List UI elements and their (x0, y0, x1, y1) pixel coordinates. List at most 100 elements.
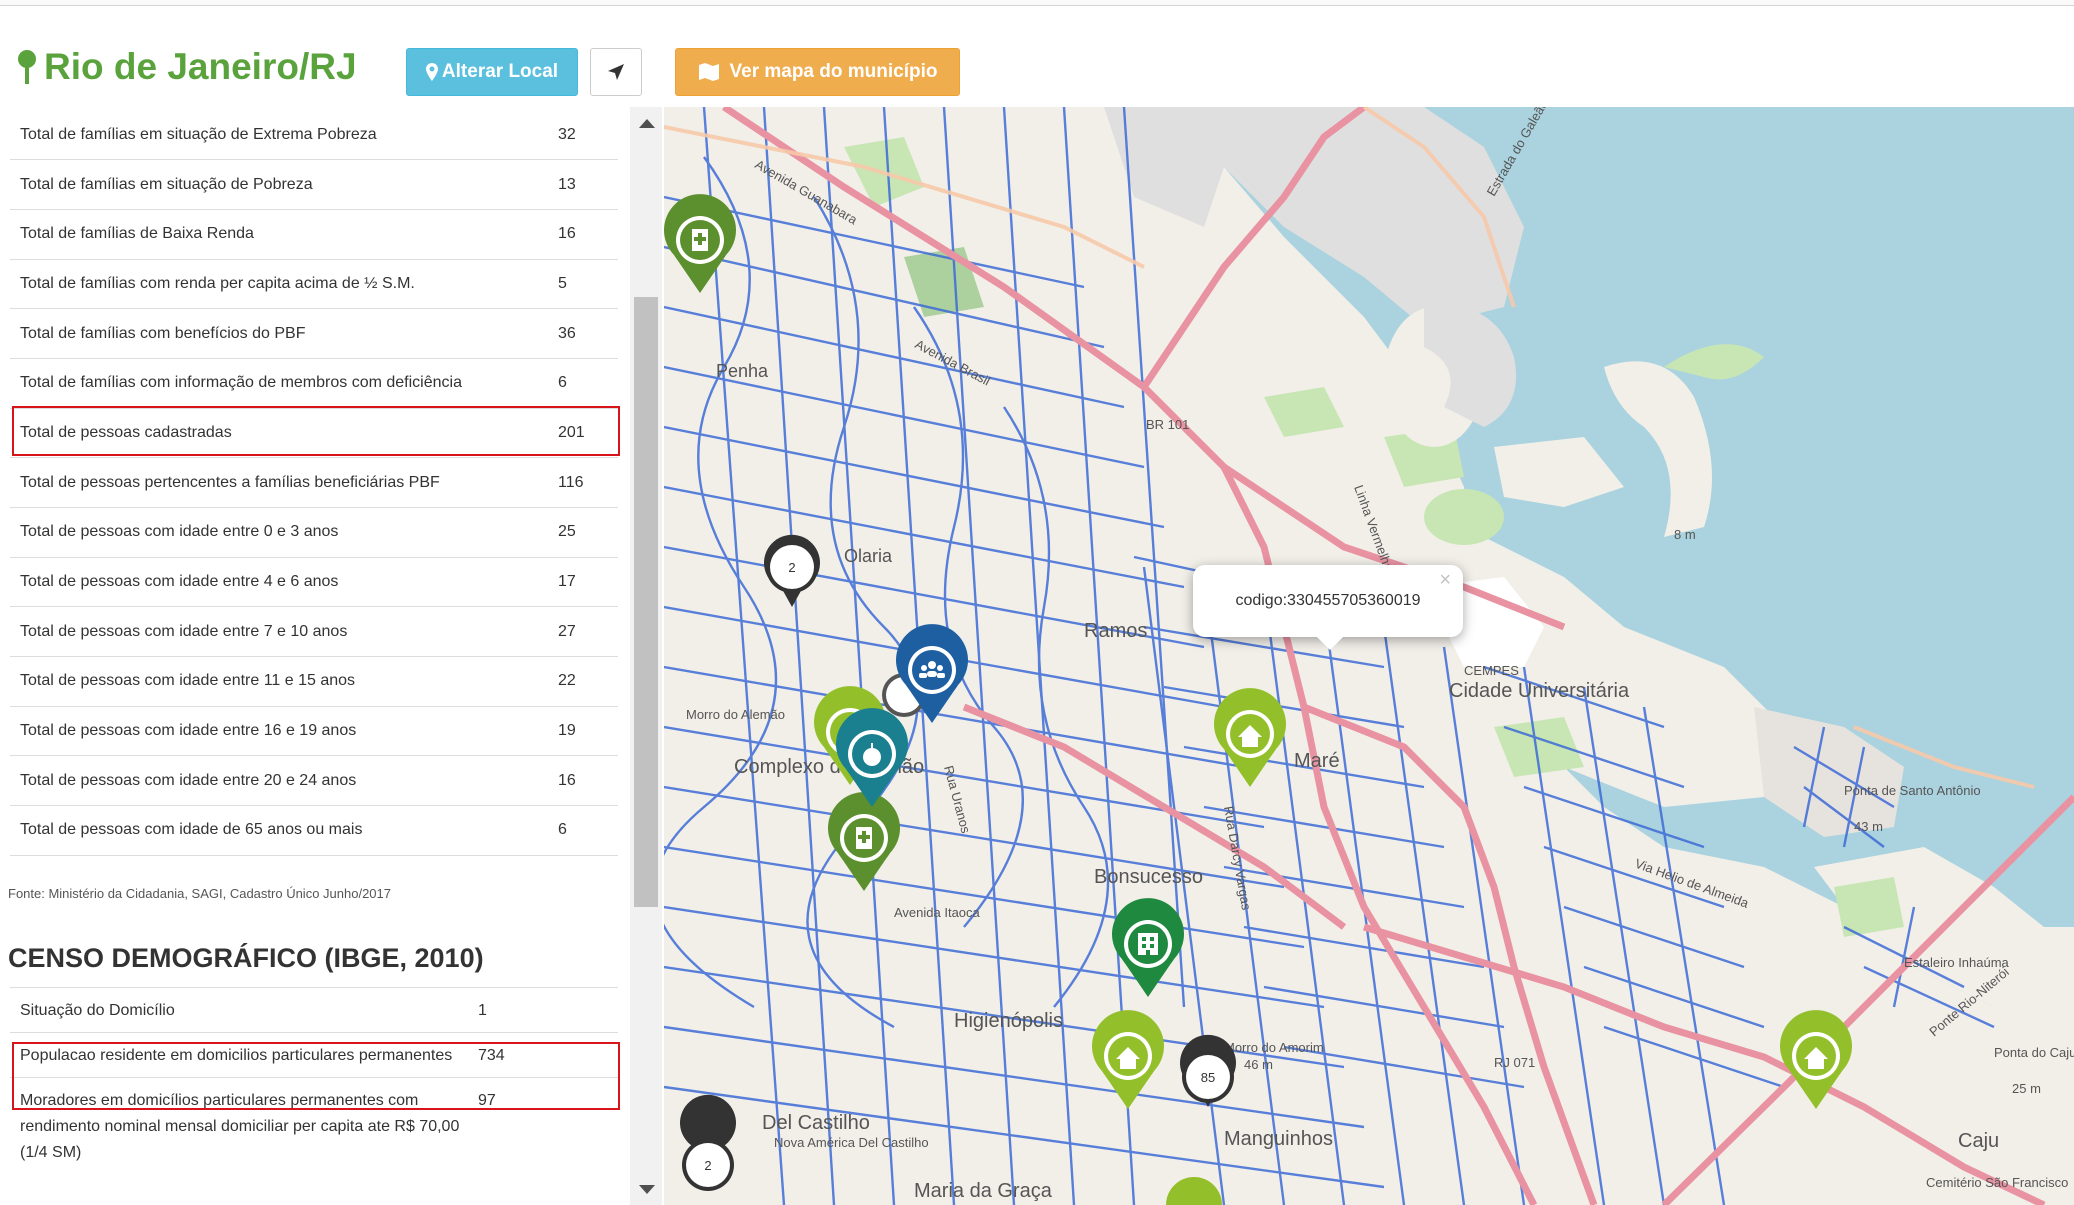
map-view[interactable]: Penha Olaria Ramos Bonsucesso Higienópol… (664, 107, 2074, 1205)
cluster-count: 2 (788, 560, 795, 575)
row-label: Total de pessoas com idade de 65 anos ou… (10, 805, 558, 856)
elevation-label: 46 m (1244, 1057, 1273, 1072)
row-value: 36 (558, 308, 618, 359)
row-label: Total de famílias com informação de memb… (10, 358, 558, 409)
row-value: 17 (558, 557, 618, 608)
map-label-nova-america: Nova América Del Castilho (774, 1135, 929, 1150)
row-value: 16 (558, 755, 618, 807)
row-value: 116 (558, 457, 618, 508)
marker-popup: codigo:330455705360019 × (1193, 565, 1463, 637)
table-row: Total de famílias com informação de memb… (10, 358, 618, 409)
map-label-estaleiro-inhauma: Estaleiro Inhaúma (1904, 955, 2010, 970)
row-label: Total de pessoas com idade entre 0 e 3 a… (10, 507, 558, 558)
data-source-note: Fonte: Ministério da Cidadania, SAGI, Ca… (8, 886, 391, 901)
map-label-maria-da-graca: Maria da Graça (914, 1180, 1053, 1202)
row-value: 6 (558, 805, 618, 856)
row-value: 22 (558, 656, 618, 707)
map-label-cemiterio: Cemitério São Francisco (1926, 1175, 2068, 1190)
row-value: 16 (558, 209, 618, 260)
scroll-down-arrow-icon[interactable] (639, 1185, 655, 1194)
row-label: Total de famílias com benefícios do PBF (10, 308, 558, 359)
table-row: Total de pessoas com idade de 65 anos ou… (10, 805, 618, 856)
table-row: Total de pessoas com idade entre 4 e 6 a… (10, 557, 618, 608)
table-row: Total de famílias de Baixa Renda 16 (10, 209, 618, 260)
map-label-higienopolis: Higienópolis (954, 1010, 1063, 1032)
row-label: Total de pessoas com idade entre 7 e 10 … (10, 606, 558, 658)
popup-close-icon[interactable]: × (1439, 569, 1451, 592)
map-marker-icon (18, 50, 36, 84)
map-icon (698, 63, 719, 81)
censo-table: Situação do Domicílio 1 Populacao residen… (10, 987, 618, 1174)
map-label-penha: Penha (716, 361, 769, 381)
scroll-up-arrow-icon[interactable] (639, 119, 655, 128)
row-label: Total de pessoas pertencentes a famílias… (10, 457, 558, 508)
map-label-del-castilho: Del Castilho (762, 1112, 870, 1134)
change-location-button[interactable]: Alterar Local (406, 48, 578, 96)
row-value: 27 (558, 606, 618, 658)
row-label: Total de pessoas com idade entre 20 e 24… (10, 755, 558, 807)
table-row: Total de famílias com renda per capita a… (10, 259, 618, 310)
sidebar-scrollbar[interactable] (630, 107, 662, 1205)
map-label-morro-do-amorim: Morro do Amorim (1224, 1040, 1324, 1055)
change-location-label: Alterar Local (441, 61, 559, 82)
row-value: 5 (558, 259, 618, 310)
table-row: Total de pessoas com idade entre 7 e 10 … (10, 606, 618, 658)
popup-text: codigo:330455705360019 (1235, 592, 1421, 609)
map-canvas[interactable]: Penha Olaria Ramos Bonsucesso Higienópol… (664, 107, 2074, 1205)
map-marker-small-icon (425, 63, 438, 81)
row-value: 6 (558, 358, 618, 409)
map-label-manguinhos: Manguinhos (1224, 1128, 1333, 1150)
map-label-ramos: Ramos (1084, 620, 1147, 642)
header-bar: Rio de Janeiro/RJ Alterar Local Ver mapa… (0, 6, 2074, 107)
row-value: 734 (478, 1032, 618, 1078)
table-row: Total de famílias em situação de Extrema… (10, 110, 618, 161)
row-label: Total de pessoas cadastradas (10, 408, 558, 459)
cadunico-stats-table: Total de famílias em situação de Extrema… (10, 110, 618, 856)
table-row: Moradores em domicílios particulares per… (10, 1077, 618, 1174)
elevation-label: 43 m (1854, 819, 1883, 834)
row-label: Total de famílias com renda per capita a… (10, 259, 558, 310)
row-label: Moradores em domicílios particulares per… (10, 1077, 478, 1174)
popup-tip (1316, 636, 1344, 650)
map-label-bonsucesso: Bonsucesso (1094, 866, 1203, 888)
row-value: 1 (478, 987, 618, 1033)
row-value: 13 (558, 159, 618, 210)
map-label-olaria: Olaria (844, 546, 893, 566)
cluster-count: 85 (1201, 1070, 1215, 1085)
row-label: Situação do Domicílio (10, 987, 478, 1033)
scrollbar-thumb[interactable] (634, 297, 658, 907)
map-label-cidade-universitaria: Cidade Universitária (1449, 680, 1630, 702)
row-value: 25 (558, 507, 618, 558)
row-value: 19 (558, 706, 618, 757)
map-label-avenida-itaoca: Avenida Itaoca (894, 905, 981, 920)
table-row: Total de pessoas com idade entre 11 e 15… (10, 656, 618, 707)
row-label: Total de famílias em situação de Pobreza (10, 159, 558, 210)
row-value: 32 (558, 110, 618, 161)
cluster-count: 2 (704, 1158, 711, 1173)
table-row: Total de famílias com benefícios do PBF 3… (10, 308, 618, 359)
view-map-label: Ver mapa do município (729, 61, 938, 82)
info-sidebar: Total de famílias em situação de Extrema… (0, 107, 636, 1205)
row-label: Total de pessoas com idade entre 4 e 6 a… (10, 557, 558, 608)
map-label-ponta-do-caju: Ponta do Caju (1994, 1045, 2074, 1060)
table-row: Total de pessoas com idade entre 20 e 24… (10, 755, 618, 807)
view-municipality-map-button[interactable]: Ver mapa do município (675, 48, 960, 96)
map-label-morro-do-alemao: Morro do Alemão (686, 707, 785, 722)
table-row: Situação do Domicílio 1 (10, 987, 618, 1033)
location-arrow-icon (608, 64, 624, 80)
locate-me-button[interactable] (590, 48, 642, 96)
map-label-cempes: CEMPES (1464, 663, 1519, 678)
table-row: Total de pessoas pertencentes a famílias… (10, 457, 618, 508)
city-title: Rio de Janeiro/RJ (18, 46, 357, 88)
map-label-estrada-do-galeao: Estrada do Galeão (1484, 107, 1551, 199)
elevation-label: 8 m (1674, 527, 1696, 542)
censo-heading: CENSO DEMOGRÁFICO (IBGE, 2010) (8, 943, 484, 973)
table-row-highlighted: Populacao residente em domicilios partic… (10, 1032, 618, 1078)
row-label: Total de pessoas com idade entre 11 e 15… (10, 656, 558, 707)
row-label: Total de pessoas com idade entre 16 e 19… (10, 706, 558, 757)
city-name: Rio de Janeiro/RJ (44, 46, 357, 87)
apple-icon (863, 748, 881, 766)
map-label-ponta-de-santo-antonio: Ponta de Santo Antônio (1844, 783, 1981, 798)
table-row-highlighted: Total de pessoas cadastradas 201 (10, 408, 618, 459)
row-label: Total de famílias em situação de Extrema… (10, 110, 558, 161)
